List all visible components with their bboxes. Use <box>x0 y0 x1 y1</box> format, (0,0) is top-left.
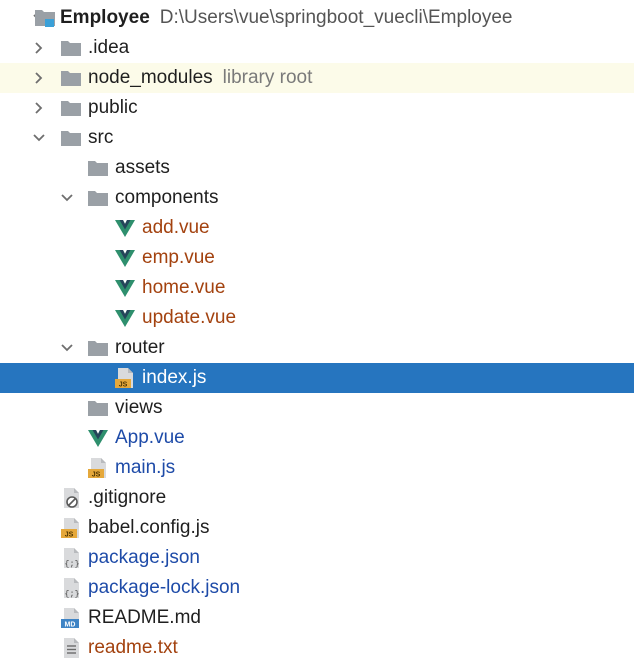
folder-icon <box>87 157 109 179</box>
javascript-file-icon: JS <box>114 367 136 389</box>
tree-item-label: index.js <box>142 367 207 388</box>
svg-text:JS: JS <box>119 382 128 389</box>
svg-text:{;}: {;} <box>64 589 79 599</box>
tree-row-public[interactable]: public <box>0 93 634 123</box>
javascript-file-icon: JS <box>60 517 82 539</box>
tree-row-update-vue[interactable]: update.vue <box>0 303 634 333</box>
tree-item-label: home.vue <box>142 277 226 298</box>
tree-item-label: readme.txt <box>88 637 178 658</box>
tree-item-label: README.md <box>88 607 201 628</box>
svg-text:JS: JS <box>65 532 74 539</box>
vue-file-icon <box>114 217 136 239</box>
chevron-right-icon[interactable] <box>32 41 46 55</box>
svg-text:MD: MD <box>65 622 76 629</box>
project-path: D:\Users\vue\springboot_vuecli\Employee <box>159 7 513 28</box>
vue-file-icon <box>114 277 136 299</box>
tree-item-label: emp.vue <box>142 247 215 268</box>
tree-item-label: package.json <box>88 547 200 568</box>
tree-item-label: .idea <box>88 37 130 58</box>
folder-icon <box>87 397 109 419</box>
tree-row-readme-md[interactable]: MD README.md <box>0 603 634 633</box>
tree-row-src[interactable]: src <box>0 123 634 153</box>
chevron-right-icon[interactable] <box>32 71 46 85</box>
tree-row-router[interactable]: router <box>0 333 634 363</box>
tree-row-home-vue[interactable]: home.vue <box>0 273 634 303</box>
tree-row-readme-txt[interactable]: readme.txt <box>0 633 634 663</box>
folder-icon <box>60 37 82 59</box>
tree-item-label: babel.config.js <box>88 517 210 538</box>
tree-item-label: views <box>115 397 163 418</box>
folder-icon <box>87 187 109 209</box>
json-file-icon: {;} <box>60 547 82 569</box>
json-file-icon: {;} <box>60 577 82 599</box>
tree-row-babel-config[interactable]: JS babel.config.js <box>0 513 634 543</box>
tree-item-label: main.js <box>115 457 176 478</box>
folder-icon <box>60 97 82 119</box>
tree-row-gitignore[interactable]: .gitignore <box>0 483 634 513</box>
vue-file-icon <box>114 307 136 329</box>
chevron-down-icon[interactable] <box>32 131 46 145</box>
library-root-note: library root <box>222 67 313 88</box>
folder-icon <box>60 67 82 89</box>
tree-row-idea[interactable]: .idea <box>0 33 634 63</box>
tree-item-label: src <box>88 127 114 148</box>
folder-icon <box>87 337 109 359</box>
tree-item-label: App.vue <box>115 427 185 448</box>
tree-item-label: add.vue <box>142 217 210 238</box>
text-file-icon <box>60 637 82 659</box>
svg-text:{;}: {;} <box>64 559 79 569</box>
tree-row-project-root[interactable]: Employee D:\Users\vue\springboot_vuecli\E… <box>0 3 634 33</box>
chevron-down-icon[interactable] <box>60 191 74 205</box>
tree-row-emp-vue[interactable]: emp.vue <box>0 243 634 273</box>
project-folder-icon <box>34 7 56 29</box>
project-tree: Employee D:\Users\vue\springboot_vuecli\E… <box>0 0 634 664</box>
markdown-file-icon: MD <box>60 607 82 629</box>
tree-item-label: router <box>115 337 165 358</box>
project-name: Employee D:\Users\vue\springboot_vuecli\E… <box>60 7 513 28</box>
tree-item-label: components <box>115 187 219 208</box>
tree-row-app-vue[interactable]: App.vue <box>0 423 634 453</box>
tree-row-views[interactable]: views <box>0 393 634 423</box>
tree-row-package-lock-json[interactable]: {;} package-lock.json <box>0 573 634 603</box>
tree-row-node-modules[interactable]: node_modules library root <box>0 63 634 93</box>
tree-row-assets[interactable]: assets <box>0 153 634 183</box>
tree-row-package-json[interactable]: {;} package.json <box>0 543 634 573</box>
tree-item-label: package-lock.json <box>88 577 241 598</box>
svg-text:JS: JS <box>92 472 101 479</box>
tree-row-components[interactable]: components <box>0 183 634 213</box>
chevron-right-icon[interactable] <box>32 101 46 115</box>
vue-file-icon <box>87 427 109 449</box>
tree-item-label: public <box>88 97 138 118</box>
vue-file-icon <box>114 247 136 269</box>
tree-item-label: .gitignore <box>88 487 167 508</box>
tree-item-label: update.vue <box>142 307 237 328</box>
tree-item-label: node_modules library root <box>88 67 313 88</box>
folder-icon <box>60 127 82 149</box>
tree-row-index-js[interactable]: JS index.js <box>0 363 634 393</box>
ignore-file-icon <box>60 487 82 509</box>
tree-row-main-js[interactable]: JS main.js <box>0 453 634 483</box>
tree-item-label: assets <box>115 157 170 178</box>
chevron-down-icon[interactable] <box>60 341 74 355</box>
tree-row-add-vue[interactable]: add.vue <box>0 213 634 243</box>
javascript-file-icon: JS <box>87 457 109 479</box>
